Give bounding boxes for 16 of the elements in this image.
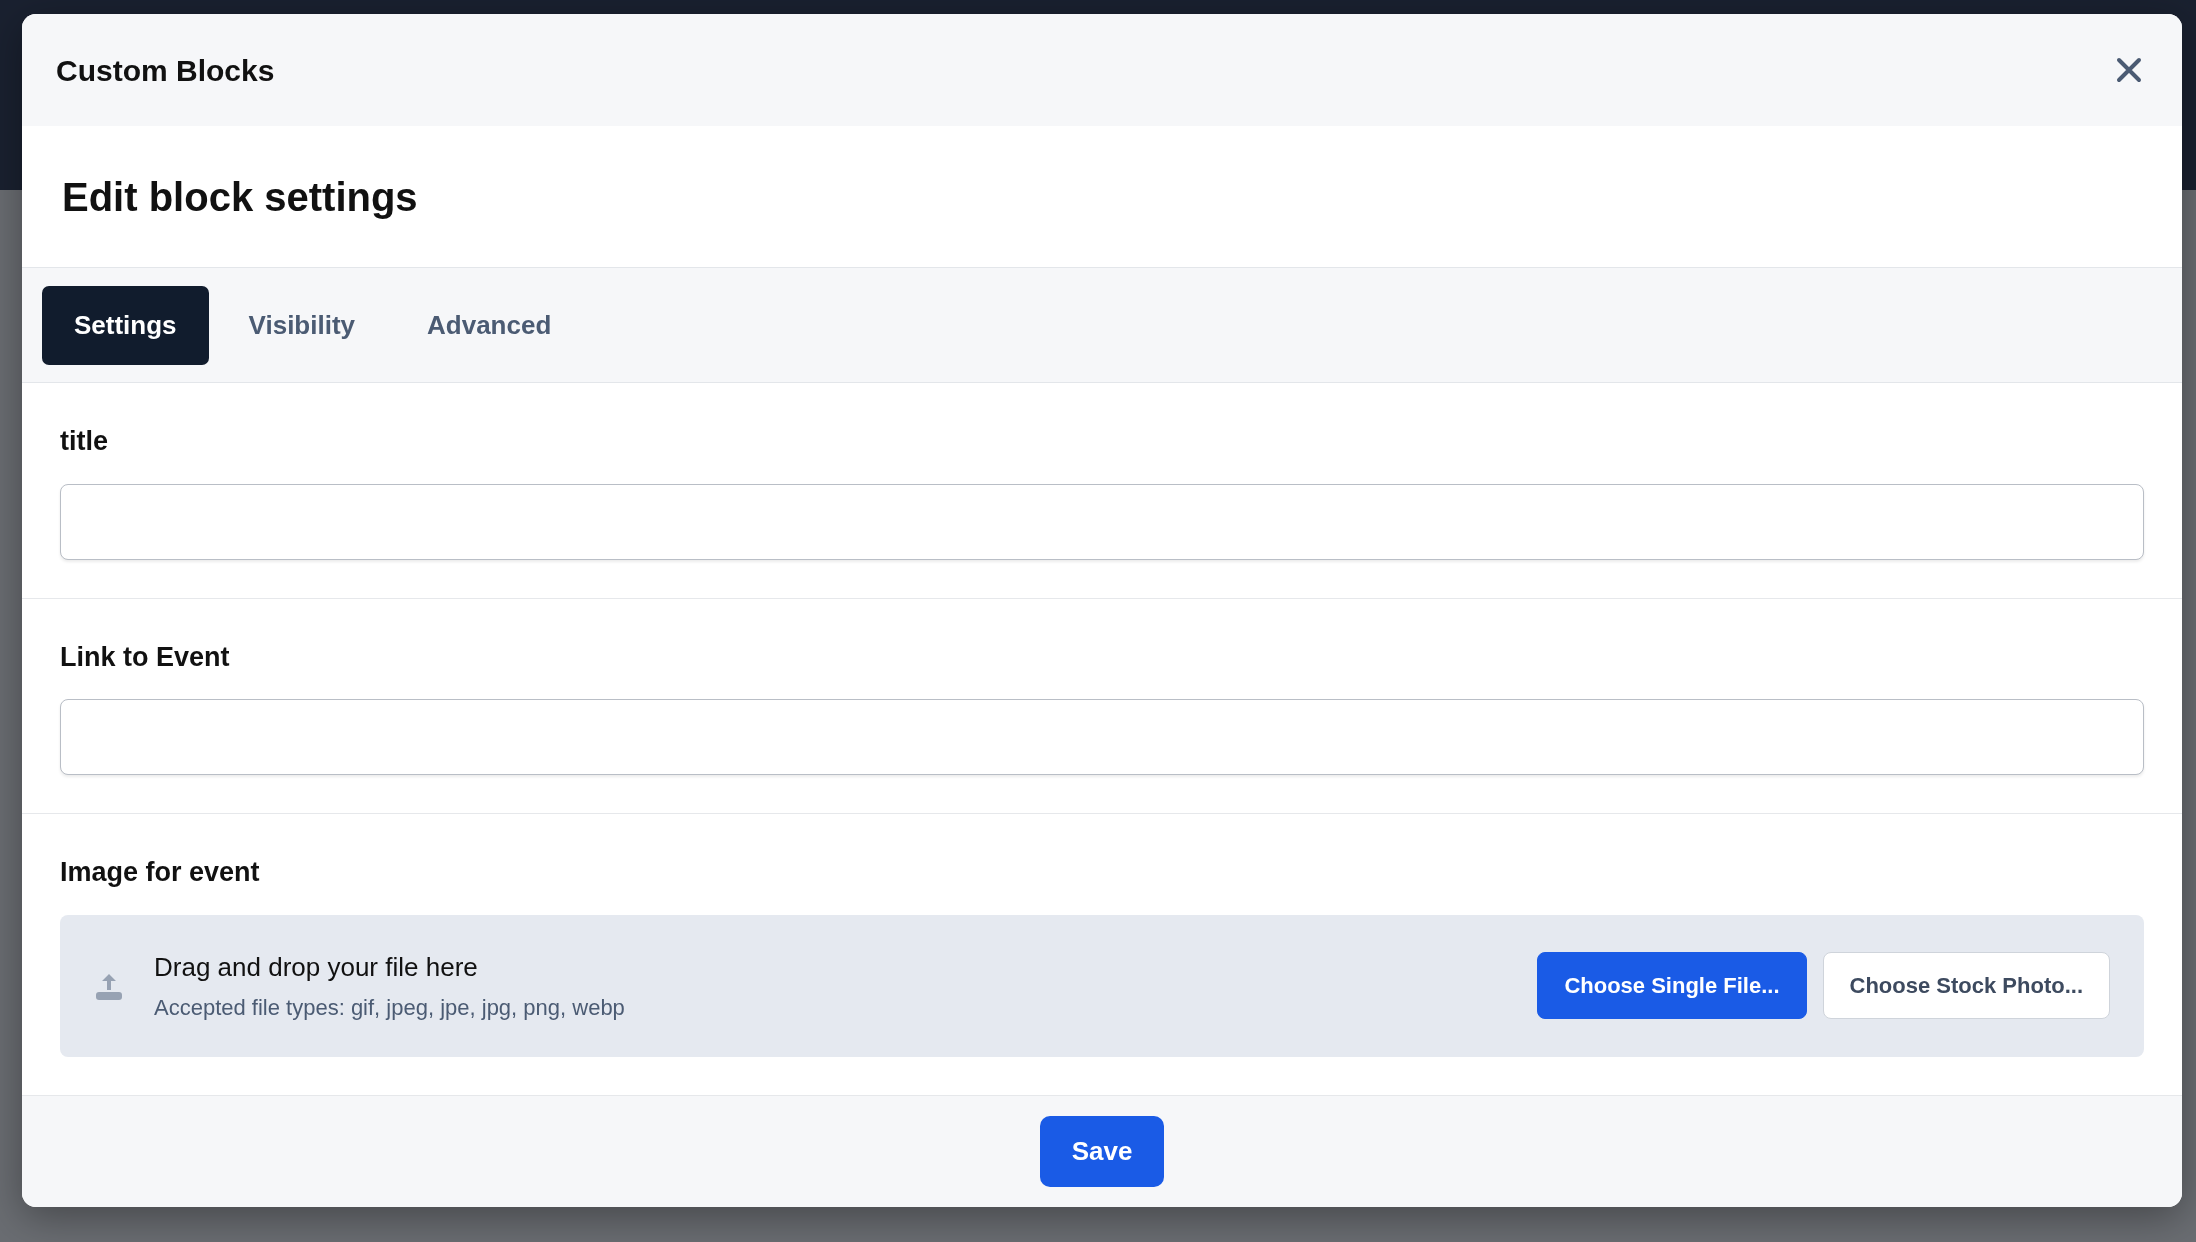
dialog-title: Custom Blocks bbox=[56, 52, 275, 89]
file-types-hint: Accepted file types: gif, jpeg, jpe, jpg, png, webp bbox=[154, 993, 626, 1022]
drop-zone[interactable]: Drag and drop your file here Accepted file types: gif, jpeg, jpe, jpg, png, webp Choose Single File... Choose Stock Photo... bbox=[60, 914, 2144, 1057]
choose-file-button[interactable]: Choose Single File... bbox=[1537, 952, 1807, 1019]
tab[interactable]: Settings bbox=[42, 285, 209, 365]
section-heading: Edit block settings bbox=[62, 173, 418, 221]
stock-photo-button[interactable]: Choose Stock Photo... bbox=[1822, 952, 2110, 1019]
field-label: Link to Event bbox=[60, 640, 231, 674]
input-field[interactable] bbox=[60, 699, 2144, 775]
field-label: Image for event bbox=[60, 856, 261, 889]
save-button[interactable]: Save bbox=[1039, 1115, 1165, 1187]
tab[interactable]: Advanced bbox=[395, 285, 584, 365]
tab[interactable]: Visibility bbox=[216, 285, 388, 365]
input-field[interactable] bbox=[60, 483, 2144, 560]
field-label: title bbox=[60, 425, 109, 458]
drop-prompt: Drag and drop your file here bbox=[154, 950, 479, 984]
